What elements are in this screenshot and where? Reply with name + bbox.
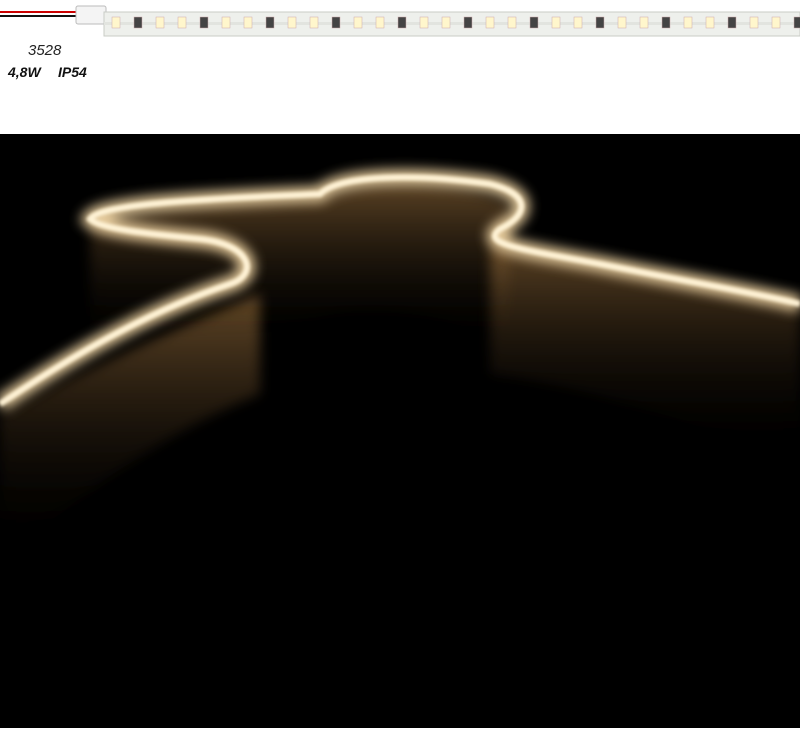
led-chip <box>617 16 627 29</box>
led-chip <box>397 16 407 29</box>
led-chip <box>793 16 800 29</box>
led-chip <box>771 16 781 29</box>
led-chip <box>661 16 671 29</box>
led-chip <box>749 16 759 29</box>
led-chip <box>463 16 473 29</box>
led-chip <box>177 16 187 29</box>
led-chip <box>683 16 693 29</box>
led-chip <box>595 16 605 29</box>
product-header: 3528 4,8W IP54 <box>0 0 800 134</box>
power-label: 4,8W <box>8 64 41 80</box>
glowing-strip-illustration <box>0 134 800 728</box>
led-chip <box>507 16 517 29</box>
led-chip <box>331 16 341 29</box>
led-chip <box>353 16 363 29</box>
led-chip <box>133 16 143 29</box>
led-chip <box>287 16 297 29</box>
led-chip <box>485 16 495 29</box>
led-chip <box>221 16 231 29</box>
led-chip <box>705 16 715 29</box>
led-chip <box>265 16 275 29</box>
led-chip <box>155 16 165 29</box>
led-model-label: 3528 <box>28 42 62 59</box>
led-chip <box>199 16 209 29</box>
led-chip <box>375 16 385 29</box>
led-chip <box>727 16 737 29</box>
led-chip <box>639 16 649 29</box>
led-chip <box>573 16 583 29</box>
led-chip <box>309 16 319 29</box>
led-chip <box>111 16 121 29</box>
led-chip <box>419 16 429 29</box>
led-chip <box>551 16 561 29</box>
led-chip <box>529 16 539 29</box>
led-strip-product-icon <box>0 5 800 37</box>
led-chip <box>441 16 451 29</box>
led-strip-photo <box>0 134 800 728</box>
ip-rating-label: IP54 <box>58 64 87 80</box>
led-chip <box>243 16 253 29</box>
